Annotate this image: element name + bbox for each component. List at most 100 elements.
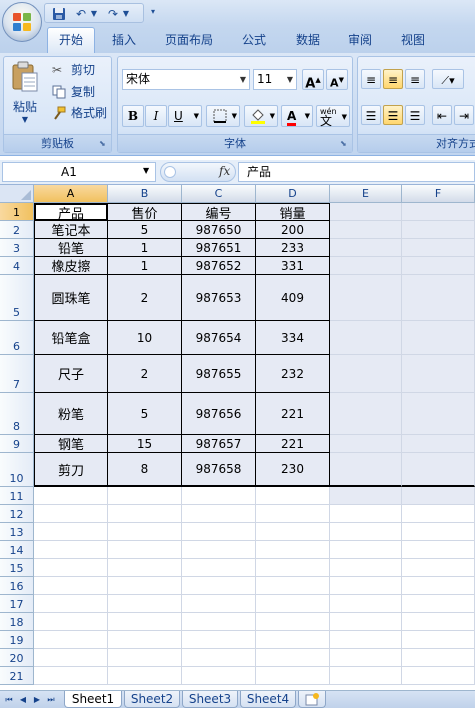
grid-cell[interactable] [256, 523, 330, 541]
tab-data[interactable]: 数据 [284, 28, 332, 53]
column-header-e[interactable]: E [330, 185, 402, 203]
header-cell[interactable]: 售价 [108, 203, 182, 221]
prev-sheet-icon[interactable]: ◀ [17, 693, 29, 706]
phonetic-guide-button[interactable]: wén 文 ▼ [316, 105, 350, 127]
sheet-tab-4[interactable]: Sheet4 [240, 691, 296, 708]
grid-cell[interactable] [34, 649, 108, 667]
grid-cell[interactable] [34, 667, 108, 685]
decrease-indent-button[interactable]: ⇤ [432, 105, 452, 125]
table-cell[interactable]: 10 [108, 321, 182, 355]
grid-cell[interactable] [256, 649, 330, 667]
grid-cell[interactable] [256, 487, 330, 505]
next-sheet-icon[interactable]: ▶ [31, 693, 43, 706]
row-header-2[interactable]: 2 [0, 221, 34, 239]
align-right-button[interactable]: ☰ [405, 105, 425, 125]
sheet-tab-1[interactable]: Sheet1 [64, 691, 122, 708]
last-sheet-icon[interactable]: ⏭ [45, 693, 57, 706]
tab-review[interactable]: 审阅 [336, 28, 384, 53]
grid-cell[interactable] [34, 577, 108, 595]
grid-cell[interactable] [182, 577, 256, 595]
grid-cell[interactable] [402, 435, 475, 453]
grid-cell[interactable] [330, 559, 402, 577]
tab-view[interactable]: 视图 [389, 28, 437, 53]
row-header-16[interactable]: 16 [0, 577, 34, 595]
grid-cell[interactable] [402, 667, 475, 685]
align-bottom-button[interactable]: ≡ [405, 69, 425, 89]
table-cell[interactable]: 987655 [182, 355, 256, 393]
font-launcher-icon[interactable]: ⬊ [340, 139, 350, 149]
table-cell[interactable]: 圆珠笔 [34, 275, 108, 321]
grid-cell[interactable] [402, 559, 475, 577]
insert-function-icon[interactable]: fx [219, 164, 230, 178]
cut-button[interactable]: ✂ 剪切 [52, 61, 95, 79]
table-cell[interactable]: 2 [108, 355, 182, 393]
grid-cell[interactable] [330, 577, 402, 595]
grid-cell[interactable] [402, 355, 475, 393]
header-cell[interactable]: 销量 [256, 203, 330, 221]
grid-cell[interactable] [330, 505, 402, 523]
column-header-b[interactable]: B [108, 185, 182, 203]
tab-home[interactable]: 开始 [47, 27, 95, 54]
grid-cell[interactable] [330, 221, 402, 239]
align-left-button[interactable]: ☰ [361, 105, 381, 125]
table-cell[interactable]: 5 [108, 393, 182, 435]
column-header-f[interactable]: F [402, 185, 475, 203]
grid-cell[interactable] [182, 541, 256, 559]
grid-cell[interactable] [402, 257, 475, 275]
grid-cell[interactable] [402, 453, 475, 487]
grid-cell[interactable] [108, 523, 182, 541]
row-header-15[interactable]: 15 [0, 559, 34, 577]
table-cell[interactable]: 987657 [182, 435, 256, 453]
grid-cell[interactable] [182, 505, 256, 523]
save-icon[interactable] [51, 6, 67, 22]
row-header-4[interactable]: 4 [0, 257, 34, 275]
align-top-button[interactable]: ≡ [361, 69, 381, 89]
grid-cell[interactable] [330, 631, 402, 649]
table-cell[interactable]: 987653 [182, 275, 256, 321]
grid-cell[interactable] [402, 523, 475, 541]
table-cell[interactable]: 2 [108, 275, 182, 321]
undo-icon[interactable]: ↶ [73, 6, 89, 22]
grid-cell[interactable] [182, 667, 256, 685]
grid-cell[interactable] [256, 559, 330, 577]
row-header-18[interactable]: 18 [0, 613, 34, 631]
redo-icon[interactable]: ↷ [105, 6, 121, 22]
bold-button[interactable]: B [122, 105, 144, 127]
grid-cell[interactable] [330, 613, 402, 631]
grid-cell[interactable] [402, 505, 475, 523]
grid-cell[interactable] [108, 613, 182, 631]
grid-cell[interactable] [330, 649, 402, 667]
header-cell[interactable]: 编号 [182, 203, 256, 221]
grid-cell[interactable] [330, 275, 402, 321]
grid-cell[interactable] [402, 487, 475, 505]
row-header-20[interactable]: 20 [0, 649, 34, 667]
formula-input[interactable]: 产品 [238, 162, 475, 182]
font-color-button[interactable]: A ▼ [281, 105, 313, 127]
grid-cell[interactable] [108, 667, 182, 685]
table-cell[interactable]: 尺子 [34, 355, 108, 393]
row-header-7[interactable]: 7 [0, 355, 34, 393]
italic-button[interactable]: I [145, 105, 167, 127]
grid-cell[interactable] [34, 613, 108, 631]
grid-cell[interactable] [256, 631, 330, 649]
table-cell[interactable]: 钢笔 [34, 435, 108, 453]
grid-cell[interactable] [330, 453, 402, 487]
table-cell[interactable]: 200 [256, 221, 330, 239]
table-cell[interactable]: 橡皮擦 [34, 257, 108, 275]
table-cell[interactable]: 铅笔盒 [34, 321, 108, 355]
grid-cell[interactable] [330, 203, 402, 221]
redo-dropdown-icon[interactable]: ▼ [121, 6, 131, 22]
align-middle-button[interactable]: ≡ [383, 69, 403, 89]
grid-cell[interactable] [182, 631, 256, 649]
row-header-14[interactable]: 14 [0, 541, 34, 559]
table-cell[interactable]: 221 [256, 393, 330, 435]
table-cell[interactable]: 230 [256, 453, 330, 487]
table-cell[interactable]: 409 [256, 275, 330, 321]
table-cell[interactable]: 987650 [182, 221, 256, 239]
grid-cell[interactable] [330, 257, 402, 275]
orientation-button[interactable]: ⟋▾ [432, 69, 464, 89]
grid-cell[interactable] [402, 631, 475, 649]
paste-button[interactable]: 粘贴 ▼ [7, 61, 43, 131]
table-cell[interactable]: 987656 [182, 393, 256, 435]
grid-cell[interactable] [34, 631, 108, 649]
